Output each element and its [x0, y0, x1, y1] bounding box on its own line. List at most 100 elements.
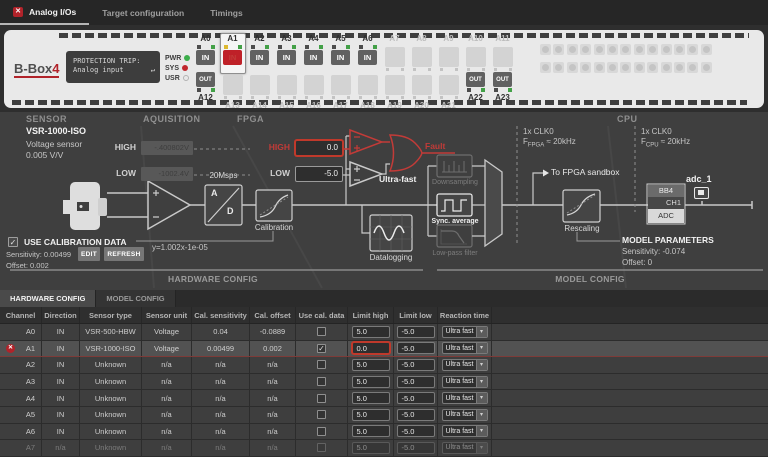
channel-a3[interactable]: A3IN	[274, 33, 300, 74]
channel-a17[interactable]: A17	[328, 71, 354, 112]
in-badge: IN	[250, 50, 269, 65]
limit-low-input[interactable]: -5.0	[397, 442, 435, 454]
table-row-a1[interactable]: ✕A1INVSR-1000-ISOVoltage0.004990.002✓0.0…	[0, 341, 768, 358]
limit-low-input[interactable]: -5.0	[397, 425, 435, 437]
use-cal-checkbox[interactable]	[317, 443, 326, 452]
column-header-reaction-time[interactable]: Reaction time	[438, 307, 492, 323]
channel-a15[interactable]: A15	[274, 71, 300, 112]
channel-a19[interactable]: A19	[382, 71, 408, 112]
use-cal-checkbox[interactable]	[317, 394, 326, 403]
limit-low-input[interactable]: -5.0	[397, 342, 435, 354]
channel-a20[interactable]: A20	[409, 71, 435, 112]
use-cal-checkbox[interactable]	[317, 427, 326, 436]
reaction-time-select[interactable]: Ultra fast▾	[442, 359, 488, 371]
column-header-channel[interactable]: Channel	[0, 307, 42, 323]
channel-a13[interactable]: A13	[220, 71, 246, 112]
channel-a9[interactable]: A9	[436, 33, 462, 74]
channel-a1[interactable]: A1IN	[220, 33, 246, 74]
chevron-down-icon[interactable]: ▾	[476, 410, 487, 420]
reaction-time-select[interactable]: Ultra fast▾	[442, 376, 488, 388]
trip-high-input[interactable]: 0.0	[295, 140, 343, 156]
column-header-limit-high[interactable]: Limit high	[348, 307, 394, 323]
channel-a0[interactable]: A0IN	[193, 33, 219, 74]
chevron-down-icon[interactable]: ▾	[476, 327, 487, 337]
limit-low-input[interactable]: -5.0	[397, 392, 435, 404]
reaction-time-select[interactable]: Ultra fast▾	[442, 342, 488, 354]
limit-low-input[interactable]: -5.0	[397, 409, 435, 421]
table-row-a3[interactable]: A3INUnknownn/an/an/a5.0-5.0Ultra fast▾	[0, 374, 768, 391]
use-cal-checkbox[interactable]	[317, 327, 326, 336]
use-cal-checkbox[interactable]	[317, 360, 326, 369]
chevron-down-icon[interactable]: ▾	[476, 343, 487, 353]
channel-a7[interactable]: A7	[382, 33, 408, 74]
chevron-down-icon[interactable]: ▾	[476, 426, 487, 436]
close-icon[interactable]: ✕	[13, 7, 23, 17]
limit-high-input[interactable]: 0.0	[352, 342, 390, 354]
tab-timings[interactable]: Timings	[197, 0, 255, 25]
chevron-down-icon[interactable]: ▾	[476, 443, 487, 453]
chevron-down-icon[interactable]: ▾	[476, 360, 487, 370]
limit-low-input[interactable]: -5.0	[397, 376, 435, 388]
reaction-time-select[interactable]: Ultra fast▾	[442, 392, 488, 404]
limit-high-input[interactable]: 5.0	[352, 376, 390, 388]
hardware-config-section-label: HARDWARE CONFIG	[150, 274, 276, 284]
chevron-down-icon[interactable]: ▾	[476, 377, 487, 387]
channel-a14[interactable]: A14	[247, 71, 273, 112]
channel-a22[interactable]: OUTA22	[463, 71, 489, 112]
table-row-a4[interactable]: A4INUnknownn/an/an/a5.0-5.0Ultra fast▾	[0, 390, 768, 407]
column-header-cal-offset[interactable]: Cal. offset	[250, 307, 296, 323]
table-row-a2[interactable]: A2INUnknownn/an/an/a5.0-5.0Ultra fast▾	[0, 357, 768, 374]
channel-a18[interactable]: A18	[355, 71, 381, 112]
tab-model-config[interactable]: MODEL CONFIG	[96, 290, 175, 307]
cell-sensor-unit: n/a	[142, 440, 192, 456]
table-row-a6[interactable]: A6INUnknownn/an/an/a5.0-5.0Ultra fast▾	[0, 424, 768, 441]
reaction-time-select[interactable]: Ultra fast▾	[442, 326, 488, 338]
channel-a21[interactable]: A21	[436, 71, 462, 112]
table-row-a0[interactable]: A0INVSR-500-HBWVoltage0.04-0.08895.0-5.0…	[0, 324, 768, 341]
column-header-cal-sensitivity[interactable]: Cal. sensitivity	[192, 307, 250, 323]
use-cal-checkbox[interactable]	[317, 377, 326, 386]
channel-a12[interactable]: OUTA12	[193, 71, 219, 112]
column-header-direction[interactable]: Direction	[42, 307, 80, 323]
column-header-limit-low[interactable]: Limit low	[394, 307, 438, 323]
limit-high-input[interactable]: 5.0	[352, 442, 390, 454]
reaction-time-select[interactable]: Ultra fast▾	[442, 425, 488, 437]
trip-low-input[interactable]: -5.0	[295, 166, 343, 182]
sensor-name: VSR-1000-ISO	[26, 126, 86, 136]
tab-target-configuration[interactable]: Target configuration	[89, 0, 197, 25]
channel-a8[interactable]: A8	[409, 33, 435, 74]
limit-high-input[interactable]: 5.0	[352, 409, 390, 421]
module-pins	[359, 45, 377, 49]
table-row-a7[interactable]: A7n/aUnknownn/an/an/a5.0-5.0Ultra fast▾	[0, 440, 768, 457]
tab-hardware-config[interactable]: HARDWARE CONFIG	[0, 290, 96, 307]
refresh-button[interactable]: REFRESH	[104, 247, 144, 261]
use-cal-checkbox[interactable]	[317, 410, 326, 419]
fpga-clock-frequency: FFPGA ≈ 20kHz	[523, 137, 576, 151]
channel-a10[interactable]: A10	[463, 33, 489, 74]
limit-low-input[interactable]: -5.0	[397, 326, 435, 338]
chevron-down-icon[interactable]: ▾	[476, 393, 487, 403]
reaction-time-select[interactable]: Ultra fast▾	[442, 409, 488, 421]
limit-low-input[interactable]: -5.0	[397, 359, 435, 371]
channel-a2[interactable]: A2IN	[247, 33, 273, 74]
channel-a23[interactable]: OUTA23	[490, 71, 516, 112]
column-header-use-cal-data[interactable]: Use cal. data	[296, 307, 348, 323]
table-row-a5[interactable]: A5INUnknownn/an/an/a5.0-5.0Ultra fast▾	[0, 407, 768, 424]
channel-a4[interactable]: A4IN	[301, 33, 327, 74]
column-header-sensor-unit[interactable]: Sensor unit	[142, 307, 192, 323]
channel-a11[interactable]: A11	[490, 33, 516, 74]
downsampling-label: Downsampling	[428, 178, 482, 188]
limit-high-input[interactable]: 5.0	[352, 359, 390, 371]
channel-a5[interactable]: A5IN	[328, 33, 354, 74]
use-calibration-checkbox[interactable]: ✓	[8, 237, 18, 247]
limit-high-input[interactable]: 5.0	[352, 392, 390, 404]
limit-high-input[interactable]: 5.0	[352, 425, 390, 437]
channel-a6[interactable]: A6IN	[355, 33, 381, 74]
edit-button[interactable]: EDIT	[78, 247, 100, 261]
reaction-time-select[interactable]: Ultra fast▾	[442, 442, 488, 454]
channel-a16[interactable]: A16	[301, 71, 327, 112]
limit-high-input[interactable]: 5.0	[352, 326, 390, 338]
tab-analog-ios[interactable]: ✕ Analog I/Os	[0, 0, 89, 25]
column-header-sensor-type[interactable]: Sensor type	[80, 307, 142, 323]
use-cal-checkbox[interactable]: ✓	[317, 344, 326, 353]
